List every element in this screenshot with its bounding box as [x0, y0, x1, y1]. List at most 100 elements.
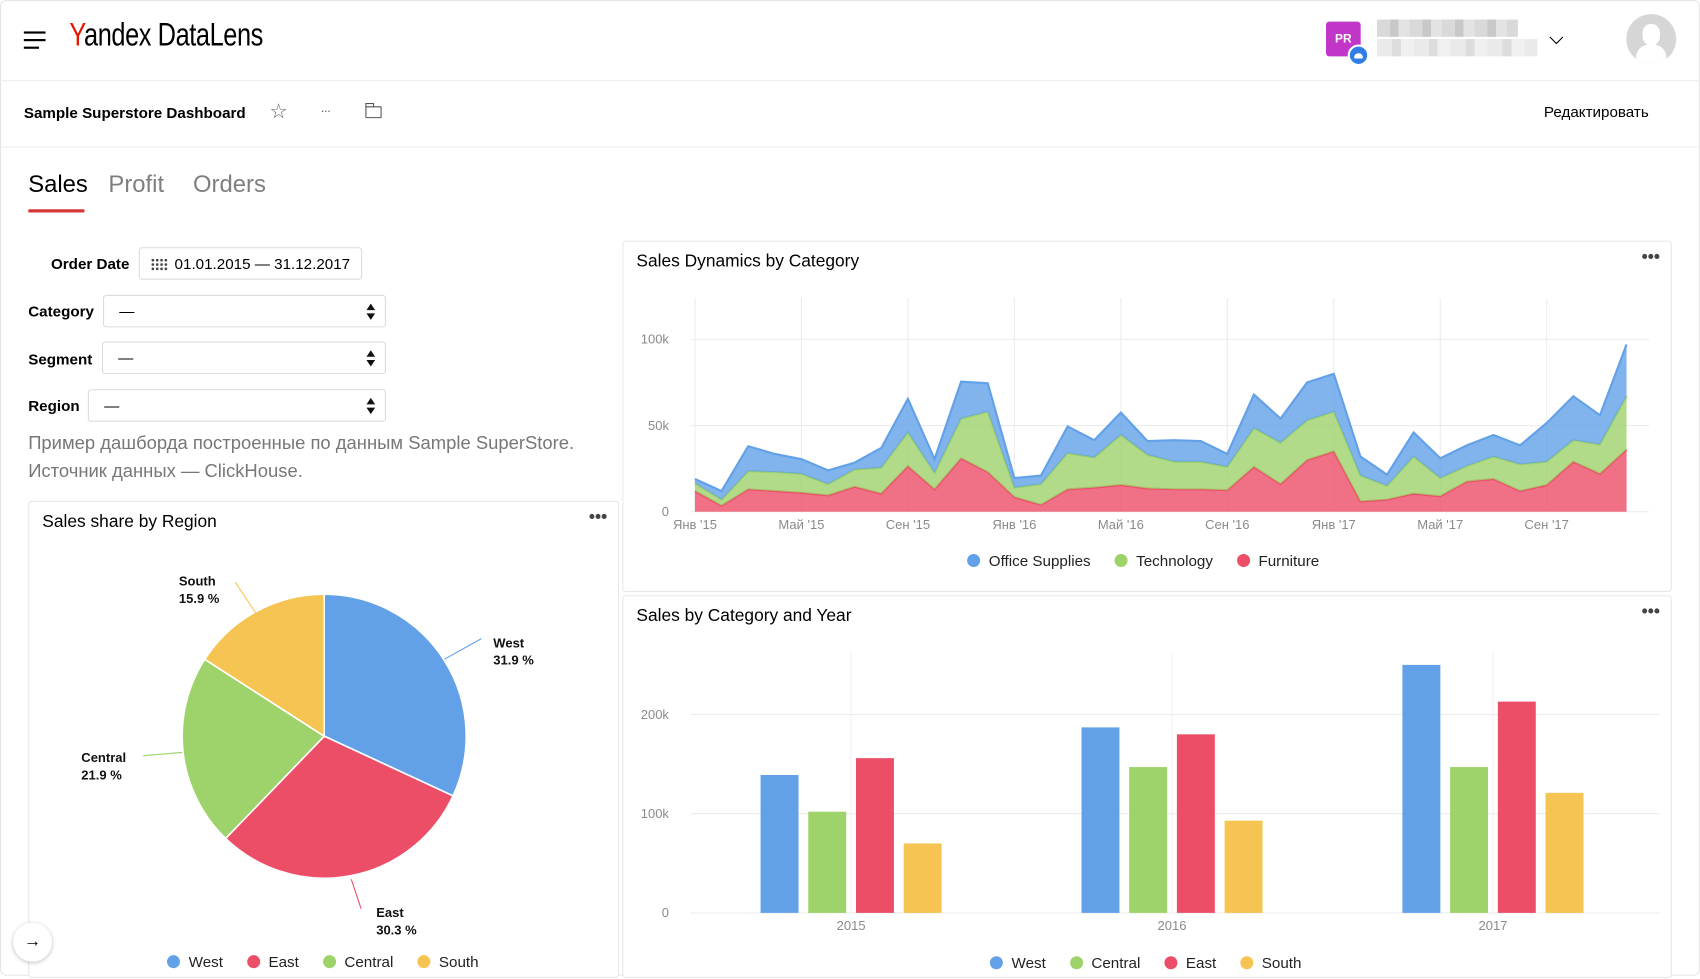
- bar-south-2016: [1224, 820, 1263, 913]
- bar-central-2015: [808, 811, 847, 913]
- sales-dynamics-card: Sales Dynamics by Category ••• 0 50k 100k Я…: [622, 240, 1672, 592]
- legend-dot: [989, 956, 1003, 970]
- legend-label: East: [268, 953, 299, 971]
- expand-arrow-button[interactable]: →: [13, 922, 53, 962]
- description-line-2: Источник данных — ClickHouse.: [28, 460, 303, 482]
- x-tick-label: 2015: [837, 918, 866, 933]
- pie-label-connector: [444, 638, 482, 660]
- pie-label-value: 30.3 %: [376, 923, 417, 938]
- legend-dot: [1164, 956, 1178, 970]
- segment-label: Segment: [28, 350, 93, 368]
- description-line-1: Пример дашборда построенные по данным Sa…: [28, 432, 575, 454]
- sales-category-year-card: Sales by Category and Year ••• 0 100k 200k…: [622, 595, 1672, 978]
- legend-dot: [246, 955, 260, 969]
- legend-label: Technology: [1136, 551, 1213, 570]
- legend-item[interactable]: East: [1164, 954, 1216, 971]
- sort-arrows-icon: [366, 303, 376, 321]
- y-tick-label: 0: [662, 905, 669, 920]
- pie-label-connector: [234, 581, 258, 616]
- bar-legend: West Central East South: [989, 954, 1301, 972]
- folder-icon[interactable]: [364, 102, 382, 119]
- tab-profit[interactable]: Profit: [108, 170, 164, 198]
- user-avatar[interactable]: [1626, 14, 1677, 64]
- order-date-picker[interactable]: 01.01.2015 — 31.12.2017: [138, 247, 363, 280]
- x-tick-label: Сен '15: [886, 517, 930, 532]
- area-chart: 0 50k 100k Янв '15 Май '15 Сен '15 Янв '16 Май …: [641, 298, 1650, 532]
- bar-east-2016: [1176, 734, 1215, 913]
- legend-label: Central: [344, 953, 394, 971]
- pie-chart: West 31.9 % East 30.3 % Central 21.9 % South 15…: [81, 573, 534, 938]
- x-tick-label: Сен '16: [1205, 517, 1249, 532]
- segment-select[interactable]: —: [101, 341, 386, 375]
- legend-label: Office Supplies: [988, 551, 1091, 570]
- legend-item[interactable]: West: [989, 954, 1046, 972]
- y-tick-label: 100k: [641, 806, 670, 821]
- bar-west-2015: [760, 775, 799, 913]
- edit-button[interactable]: Редактировать: [1544, 103, 1649, 120]
- dashboard-toolbar: Sample Superstore Dashboard ☆ ··· Редакт…: [0, 81, 1700, 148]
- pie-label-connector: [143, 751, 183, 757]
- legend-dot: [1114, 554, 1128, 568]
- y-tick-label: 0: [662, 504, 669, 519]
- legend-label: Furniture: [1258, 551, 1320, 570]
- sort-arrows-icon: [366, 397, 376, 415]
- more-icon[interactable]: ···: [313, 99, 337, 123]
- x-tick-label: Янв '17: [1312, 517, 1356, 532]
- legend-item[interactable]: South: [1240, 954, 1301, 971]
- bar-east-2015: [855, 758, 894, 913]
- legend-dot: [1069, 956, 1083, 970]
- order-date-label: Order Date: [50, 254, 130, 273]
- account-id-redacted: [1376, 39, 1538, 57]
- pie-label-name: East: [376, 905, 404, 920]
- logo[interactable]: Yandex DataLens: [69, 17, 263, 54]
- legend-label: South: [1261, 954, 1302, 972]
- y-tick-label: 100k: [641, 332, 670, 347]
- logo-yandex-y: Y: [69, 17, 85, 54]
- pie-label-connector: [350, 879, 362, 909]
- x-tick-label: 2016: [1158, 918, 1187, 933]
- logo-product: DataLens: [157, 17, 264, 54]
- legend-dot: [1236, 554, 1250, 568]
- legend-item[interactable]: Furniture: [1236, 551, 1320, 570]
- logo-yandex-rest: andex: [84, 17, 152, 54]
- bar-east-2017: [1497, 701, 1536, 913]
- legend-dot: [322, 955, 336, 969]
- pie-label-value: 15.9 %: [179, 591, 220, 606]
- y-tick-label: 200k: [641, 707, 670, 722]
- legend-item[interactable]: West: [166, 953, 223, 970]
- tab-orders[interactable]: Orders: [193, 170, 266, 198]
- star-icon[interactable]: ☆: [267, 101, 291, 125]
- legend-dot: [417, 955, 431, 969]
- tab-sales[interactable]: Sales: [28, 170, 88, 198]
- sales-share-card: Sales share by Region ••• West 31.9 % East…: [28, 500, 620, 978]
- pie-label-name: Central: [81, 750, 126, 765]
- category-select[interactable]: —: [102, 294, 386, 328]
- legend-item[interactable]: East: [246, 953, 299, 971]
- bar-west-2017: [1402, 664, 1441, 913]
- legend-item[interactable]: Technology: [1114, 551, 1213, 570]
- region-label: Region: [28, 396, 80, 415]
- account-name-redacted: [1376, 19, 1518, 37]
- legend-label: Central: [1091, 954, 1141, 972]
- bar-chart: 0 100k 200k 2015 2016 2017: [641, 652, 1660, 933]
- legend-item[interactable]: Office Supplies: [967, 551, 1091, 570]
- region-value: —: [104, 396, 120, 415]
- chevron-down-icon[interactable]: [1549, 30, 1564, 45]
- pie-label-value: 31.9 %: [493, 653, 534, 668]
- pie-label-name: South: [179, 573, 216, 588]
- bar-central-2016: [1129, 767, 1168, 913]
- x-tick-label: Май '17: [1417, 517, 1463, 532]
- x-tick-label: Май '15: [778, 517, 824, 532]
- legend-label: East: [1185, 954, 1217, 972]
- legend-item[interactable]: Central: [322, 953, 394, 971]
- area-legend: Office Supplies Technology Furniture: [967, 552, 1319, 569]
- legend-item[interactable]: South: [417, 953, 479, 970]
- legend-label: West: [1011, 954, 1046, 972]
- x-tick-label: Сен '17: [1525, 517, 1569, 532]
- sort-arrows-icon: [366, 350, 376, 367]
- pie-label-value: 21.9 %: [81, 768, 122, 783]
- region-select[interactable]: —: [87, 389, 386, 422]
- x-tick-label: Янв '15: [673, 517, 717, 532]
- legend-item[interactable]: Central: [1069, 954, 1141, 972]
- menu-icon[interactable]: [23, 31, 46, 49]
